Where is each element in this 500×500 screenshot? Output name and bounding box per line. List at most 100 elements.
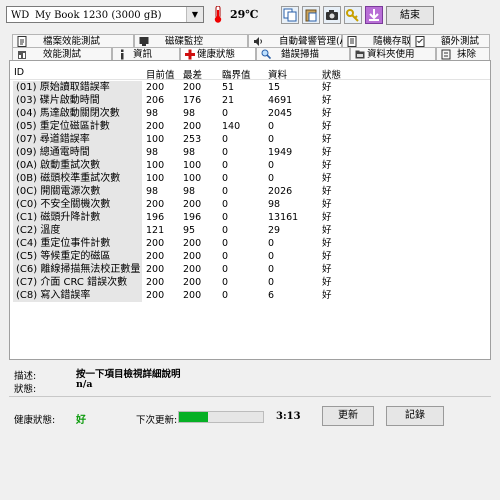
cell-status: 好 [322, 95, 332, 106]
tab-random-access[interactable]: 隨機存取 [342, 34, 411, 48]
table-row[interactable]: (C5) 等候重定的磁區 200 200 0 0 好 [10, 250, 490, 263]
tab-folder-usage[interactable]: 資料夾使用 [350, 47, 436, 61]
tab-aam[interactable]: 自動聲響管理(AAM) [248, 34, 365, 48]
cell-current: 100 [146, 173, 165, 184]
cell-data: 98 [268, 199, 281, 210]
cell-threshold: 0 [222, 147, 229, 158]
cell-data: 0 [268, 238, 275, 249]
cell-status: 好 [322, 238, 332, 249]
cell-threshold: 0 [222, 277, 229, 288]
cell-current: 100 [146, 160, 165, 171]
update-countdown: 3:13 [276, 411, 301, 422]
file-icon [17, 36, 27, 47]
col-header-worst[interactable]: 最差 [183, 67, 202, 81]
cell-worst: 95 [183, 225, 196, 236]
cell-threshold: 0 [222, 238, 229, 249]
table-row[interactable]: (0C) 開關電源次數 98 98 0 2026 好 [10, 185, 490, 198]
cell-data: 4691 [268, 95, 293, 106]
col-header-id[interactable]: ID [14, 67, 24, 78]
cell-status: 好 [322, 225, 332, 236]
cell-attribute: (0C) 開關電源次數 [13, 185, 142, 198]
cell-data: 13161 [268, 212, 299, 223]
cell-current: 206 [146, 95, 165, 106]
table-row[interactable]: (C2) 溫度 121 95 0 29 好 [10, 224, 490, 237]
camera-icon[interactable] [323, 6, 341, 24]
table-row[interactable]: (C7) 介面 CRC 錯誤次數 200 200 0 0 好 [10, 276, 490, 289]
chevron-down-icon[interactable]: ▼ [186, 7, 203, 22]
cell-threshold: 0 [222, 199, 229, 210]
table-row[interactable]: (05) 重定位磁區計數 200 200 140 0 好 [10, 120, 490, 133]
col-header-current[interactable]: 目前值 [146, 67, 175, 81]
table-row[interactable]: (03) 碟片啟動時間 206 176 21 4691 好 [10, 94, 490, 107]
cell-current: 98 [146, 147, 159, 158]
checklist-icon [415, 36, 425, 47]
drive-model: My Book 1230 (3000 gB) [35, 10, 162, 21]
cell-data: 0 [268, 251, 275, 262]
tab-error-scan[interactable]: 錯誤掃描 [256, 47, 350, 61]
col-header-threshold[interactable]: 臨界值 [222, 67, 251, 81]
cell-worst: 253 [183, 134, 202, 145]
cell-attribute: (04) 馬達啟動關閉次數 [13, 107, 142, 120]
tab-info[interactable]: 資訊 [112, 47, 180, 61]
table-row[interactable]: (C4) 重定位事件計數 200 200 0 0 好 [10, 237, 490, 250]
table-row[interactable]: (09) 總通電時間 98 98 0 1949 好 [10, 146, 490, 159]
table-row[interactable]: (0B) 磁頭校準重試次數 100 100 0 0 好 [10, 172, 490, 185]
tab-health[interactable]: 健康狀態 [180, 47, 256, 61]
cell-status: 好 [322, 290, 332, 301]
col-header-data[interactable]: 資料 [268, 67, 287, 81]
table-row[interactable]: (C0) 不安全關機次數 200 200 0 98 好 [10, 198, 490, 211]
cell-threshold: 0 [222, 212, 229, 223]
cell-attribute: (0A) 啟動重試次數 [13, 159, 142, 172]
cell-data: 15 [268, 82, 281, 93]
cell-worst: 98 [183, 108, 196, 119]
log-button[interactable]: 記錄 [386, 406, 444, 426]
col-header-status[interactable]: 狀態 [322, 67, 341, 81]
divider [9, 396, 491, 397]
cell-current: 200 [146, 82, 165, 93]
cell-status: 好 [322, 121, 332, 132]
cell-worst: 98 [183, 186, 196, 197]
table-row[interactable]: (0A) 啟動重試次數 100 100 0 0 好 [10, 159, 490, 172]
cell-attribute: (C2) 溫度 [13, 224, 142, 237]
tab-file-benchmark[interactable]: 檔案效能測試 [12, 34, 134, 48]
table-row[interactable]: (07) 尋道錯誤率 100 253 0 0 好 [10, 133, 490, 146]
cell-threshold: 0 [222, 134, 229, 145]
cell-threshold: 0 [222, 290, 229, 301]
exit-button[interactable]: 結束 [386, 6, 434, 25]
cell-current: 200 [146, 290, 165, 301]
table-row[interactable]: (01) 原始讀取錯誤率 200 200 51 15 好 [10, 81, 490, 94]
tab-disk-monitor[interactable]: 磁碟監控 [134, 34, 248, 48]
cell-current: 200 [146, 251, 165, 262]
cell-data: 0 [268, 134, 275, 145]
cell-attribute: (C4) 重定位事件計數 [13, 237, 142, 250]
paste-icon[interactable] [302, 6, 320, 24]
tab-extra-tests[interactable]: 額外測試 [410, 34, 490, 48]
download-icon[interactable] [365, 6, 383, 24]
drive-letter: WD [11, 10, 30, 21]
cell-current: 98 [146, 186, 159, 197]
cell-worst: 100 [183, 160, 202, 171]
monitor-icon [139, 37, 149, 46]
cell-current: 200 [146, 277, 165, 288]
cell-attribute: (C6) 離線掃描無法校正數量 [13, 263, 142, 276]
table-row[interactable]: (C6) 離線掃描無法校正數量 200 200 0 0 好 [10, 263, 490, 276]
drive-select[interactable]: WD My Book 1230 (3000 gB) ▼ [6, 6, 204, 23]
info-icon [121, 49, 124, 60]
tab-benchmark[interactable]: 效能測試 [12, 47, 112, 61]
cell-threshold: 51 [222, 82, 235, 93]
next-update-label: 下次更新: [136, 415, 178, 426]
cell-worst: 200 [183, 82, 202, 93]
cell-data: 2045 [268, 108, 293, 119]
copy-icon[interactable] [281, 6, 299, 24]
cell-attribute: (0B) 磁頭校準重試次數 [13, 172, 142, 185]
cell-current: 98 [146, 108, 159, 119]
table-row[interactable]: (04) 馬達啟動關閉次數 98 98 0 2045 好 [10, 107, 490, 120]
cell-data: 6 [268, 290, 275, 301]
cell-worst: 200 [183, 238, 202, 249]
thermometer-icon [214, 6, 222, 23]
table-row[interactable]: (C1) 磁頭升降計數 196 196 0 13161 好 [10, 211, 490, 224]
key-icon[interactable] [344, 6, 362, 24]
update-button[interactable]: 更新 [322, 406, 374, 426]
table-row[interactable]: (C8) 寫入錯誤率 200 200 0 6 好 [10, 289, 490, 302]
tab-erase[interactable]: 抹除 [436, 47, 490, 61]
